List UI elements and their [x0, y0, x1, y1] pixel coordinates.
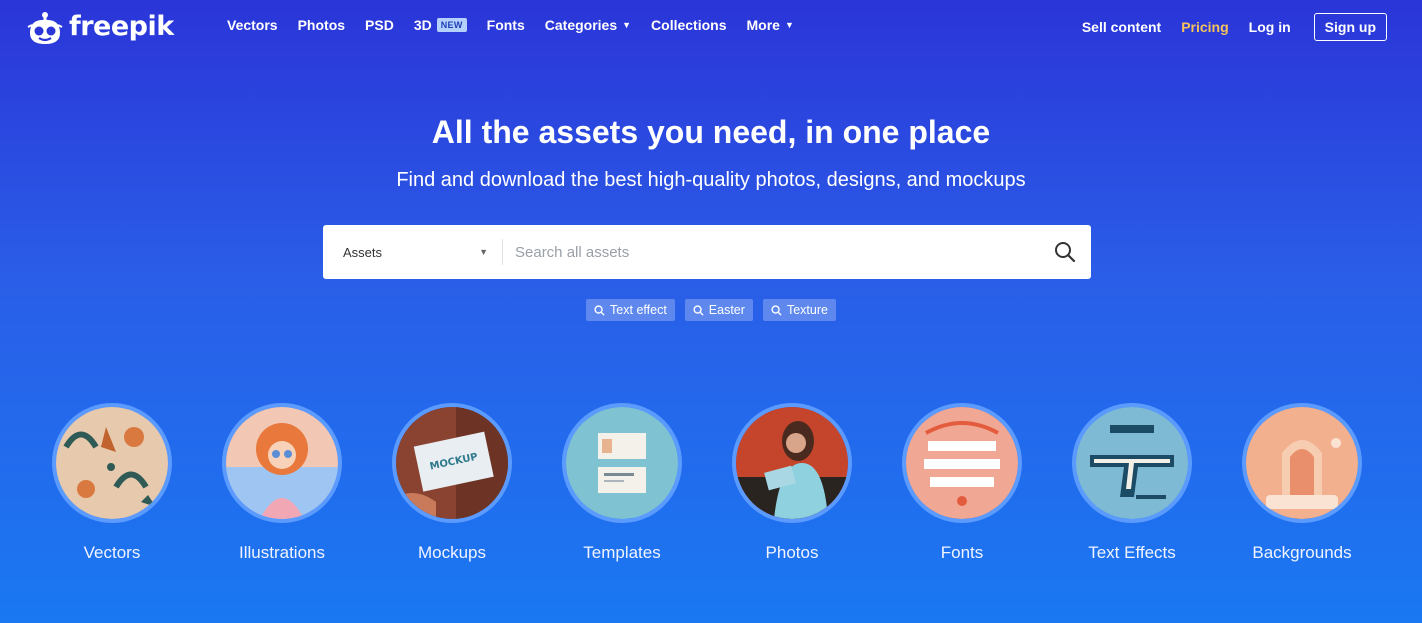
- nav-collections[interactable]: Collections: [651, 17, 726, 33]
- search-icon: [594, 304, 605, 316]
- nav-3d[interactable]: 3D NEW: [414, 17, 467, 33]
- nav-psd[interactable]: PSD: [365, 17, 394, 33]
- nav-vectors[interactable]: Vectors: [227, 17, 278, 33]
- 3d-arch-background-thumbnail: [1242, 403, 1362, 523]
- nav-categories-label: Categories: [544, 17, 618, 33]
- card-mockup-thumbnail: MOCKUP: [392, 403, 512, 523]
- asset-type-value: Assets: [343, 244, 383, 260]
- nav-photos[interactable]: Photos: [298, 17, 345, 33]
- top-navbar: freepik Vectors Photos PSD 3D NEW Fonts …: [0, 0, 1422, 54]
- search-suggestions: Text effect Easter Texture: [0, 299, 1422, 321]
- category-label: Text Effects: [1088, 543, 1176, 562]
- category-backgrounds[interactable]: Backgrounds: [1242, 403, 1362, 563]
- signup-button[interactable]: Sign up: [1313, 13, 1387, 41]
- category-label: Fonts: [940, 543, 984, 562]
- nav-psd-label: PSD: [365, 17, 394, 33]
- chevron-down-icon: ▼: [622, 20, 632, 30]
- account-nav: Sell content Pricing Log in Sign up: [1062, 13, 1387, 41]
- nav-more-label: More: [746, 17, 780, 33]
- search-input[interactable]: [503, 225, 1039, 279]
- category-text-effects[interactable]: Text Effects: [1072, 403, 1192, 563]
- suggestion-chip[interactable]: Text effect: [586, 299, 675, 321]
- suggestion-chip[interactable]: Easter: [684, 299, 753, 321]
- nav-more-dropdown[interactable]: More ▼: [747, 17, 794, 33]
- category-vectors[interactable]: Vectors: [52, 403, 172, 563]
- category-photos[interactable]: Photos: [732, 403, 852, 563]
- new-badge: NEW: [436, 18, 467, 32]
- nav-photos-label: Photos: [297, 17, 346, 33]
- search-button[interactable]: [1039, 241, 1091, 263]
- login-link[interactable]: Log in: [1249, 19, 1291, 35]
- category-illustrations[interactable]: Illustrations: [222, 403, 342, 563]
- suggestion-chip[interactable]: Texture: [762, 299, 836, 321]
- nav-collections-label: Collections: [651, 17, 727, 33]
- search-icon: [693, 304, 704, 316]
- nav-categories-dropdown[interactable]: Categories ▼: [545, 17, 631, 33]
- nav-3d-label: 3D: [413, 17, 432, 33]
- chevron-down-icon: ▼: [784, 20, 794, 30]
- hero-subtitle: Find and download the best high-quality …: [396, 169, 1026, 191]
- category-label: Templates: [583, 543, 661, 562]
- lettering-poster-thumbnail: [902, 403, 1022, 523]
- suggestion-label: Text effect: [610, 303, 667, 317]
- main-nav: Vectors Photos PSD 3D NEW Fonts Categori…: [227, 17, 814, 33]
- pattern-illustration-thumbnail: [52, 403, 172, 523]
- search-bar: Assets ▼: [323, 225, 1091, 279]
- search-icon: [771, 304, 782, 316]
- brand-name: freepik: [69, 10, 174, 42]
- category-label: Vectors: [83, 543, 141, 562]
- nav-fonts[interactable]: Fonts: [487, 17, 525, 33]
- nav-vectors-label: Vectors: [227, 17, 278, 33]
- pricing-link[interactable]: Pricing: [1181, 19, 1228, 35]
- category-fonts[interactable]: Fonts: [902, 403, 1022, 563]
- category-label: Mockups: [417, 543, 487, 562]
- category-label: Backgrounds: [1252, 543, 1352, 562]
- category-templates[interactable]: Templates: [562, 403, 682, 563]
- search-icon: [1055, 242, 1076, 263]
- woman-reading-photo-thumbnail: [732, 403, 852, 523]
- suggestion-label: Easter: [708, 303, 745, 317]
- caret-down-icon: ▼: [479, 247, 488, 257]
- sell-content-link[interactable]: Sell content: [1082, 19, 1161, 35]
- category-label: Photos: [765, 543, 819, 562]
- asset-type-select[interactable]: Assets ▼: [323, 239, 503, 265]
- nav-fonts-label: Fonts: [486, 17, 525, 33]
- business-card-template-thumbnail: [562, 403, 682, 523]
- category-label: Illustrations: [239, 543, 325, 562]
- freepik-logo[interactable]: freepik: [27, 6, 174, 46]
- woman-illustration-thumbnail: [222, 403, 342, 523]
- freepik-logo-icon: [27, 12, 63, 44]
- category-list: Vectors Illustrations MOCKUP Mockups Tem…: [52, 403, 1362, 563]
- hero-title: All the assets you need, in one place: [431, 114, 991, 150]
- type-text-effect-thumbnail: [1072, 403, 1192, 523]
- category-mockups[interactable]: MOCKUP Mockups: [392, 403, 512, 563]
- suggestion-label: Texture: [786, 303, 828, 317]
